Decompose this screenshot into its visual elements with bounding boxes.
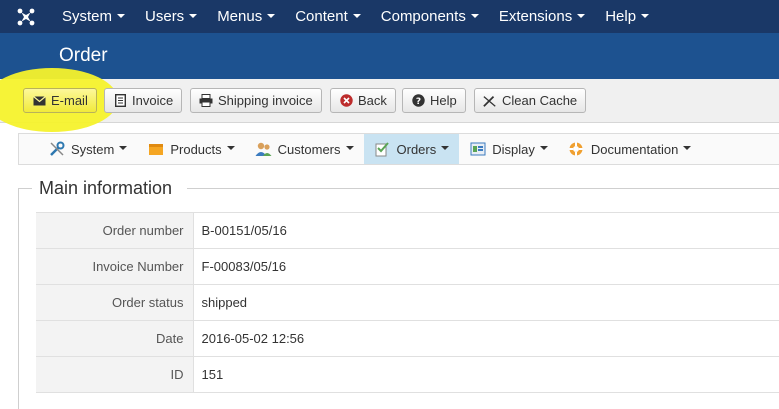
date-label: Date — [36, 320, 194, 357]
submenu-customers-label: Customers — [277, 141, 341, 157]
caret-down-icon — [577, 14, 586, 19]
table-row: Order status shipped — [36, 284, 779, 321]
menu-content[interactable]: Content — [285, 0, 371, 33]
help-button-label: Help — [430, 93, 457, 108]
menu-help[interactable]: Help — [595, 0, 659, 33]
caret-down-icon — [683, 146, 692, 150]
caret-down-icon — [441, 146, 450, 150]
fieldset-border — [18, 188, 32, 189]
component-submenu: System Products Customers Orders Display — [18, 133, 779, 165]
joomla-logo-icon[interactable] — [0, 0, 52, 33]
id-label: ID — [36, 356, 194, 393]
submenu-documentation-label: Documentation — [590, 141, 679, 157]
submenu-products-label: Products — [170, 141, 222, 157]
help-lifebuoy-icon — [568, 141, 585, 158]
order-number-label: Order number — [36, 212, 194, 249]
id-value: 151 — [193, 356, 779, 393]
caret-down-icon — [352, 14, 361, 19]
caret-down-icon — [267, 14, 276, 19]
shipping-invoice-button-label: Shipping invoice — [218, 93, 313, 108]
cancel-circle-icon — [339, 94, 353, 108]
submenu-products[interactable]: Products — [137, 134, 244, 164]
clean-cache-button-label: Clean Cache — [502, 93, 578, 108]
menu-extensions[interactable]: Extensions — [489, 0, 595, 33]
users-icon — [255, 141, 272, 158]
date-value: 2016-05-02 12:56 — [193, 320, 779, 357]
caret-down-icon — [117, 14, 126, 19]
back-button-label: Back — [358, 93, 387, 108]
main-information-legend: Main information — [39, 178, 173, 198]
invoice-number-label: Invoice Number — [36, 248, 194, 285]
email-button[interactable]: E-mail — [23, 88, 97, 113]
wrench-icon — [48, 141, 65, 158]
question-circle-icon: ? — [411, 94, 425, 108]
submenu-orders-label: Orders — [396, 141, 437, 157]
submenu-display[interactable]: Display — [459, 134, 558, 164]
back-button[interactable]: Back — [330, 88, 396, 113]
caret-down-icon — [119, 146, 128, 150]
broom-icon — [483, 94, 497, 108]
caret-down-icon — [539, 146, 548, 150]
caret-down-icon — [470, 14, 479, 19]
svg-text:?: ? — [415, 97, 420, 107]
email-button-label: E-mail — [51, 93, 88, 108]
menu-components[interactable]: Components — [371, 0, 489, 33]
menu-system[interactable]: System — [52, 0, 135, 33]
printer-icon — [199, 94, 213, 108]
page-header: Order — [0, 33, 779, 79]
page-title: Order — [59, 45, 108, 66]
admin-menu-bar: System Users Menus Content Components Ex… — [0, 0, 779, 33]
clean-cache-button[interactable]: Clean Cache — [474, 88, 587, 113]
submenu-system[interactable]: System — [19, 134, 137, 164]
invoice-icon — [113, 94, 127, 108]
fieldset-border — [187, 188, 779, 189]
envelope-icon — [32, 94, 46, 108]
caret-down-icon — [189, 14, 198, 19]
submenu-customers[interactable]: Customers — [245, 134, 364, 164]
order-number-value: B-00151/05/16 — [193, 212, 779, 249]
submenu-documentation[interactable]: Documentation — [558, 134, 701, 164]
orders-icon — [374, 141, 391, 158]
box-icon — [147, 141, 164, 158]
main-information-table: Order number B-00151/05/16 Invoice Numbe… — [36, 212, 779, 393]
table-row: Date 2016-05-02 12:56 — [36, 320, 779, 357]
caret-down-icon — [226, 146, 235, 150]
caret-down-icon — [641, 14, 650, 19]
submenu-orders[interactable]: Orders — [363, 134, 460, 164]
menu-menus[interactable]: Menus — [207, 0, 285, 33]
submenu-display-label: Display — [492, 141, 535, 157]
order-status-value: shipped — [193, 284, 779, 321]
invoice-button-label: Invoice — [132, 93, 174, 108]
caret-down-icon — [345, 146, 354, 150]
table-row: Order number B-00151/05/16 — [36, 212, 779, 249]
invoice-button[interactable]: Invoice — [104, 88, 183, 113]
submenu-system-label: System — [71, 141, 115, 157]
table-row: ID 151 — [36, 356, 779, 393]
invoice-number-value: F-00083/05/16 — [193, 248, 779, 285]
display-icon — [469, 141, 486, 158]
menu-users[interactable]: Users — [135, 0, 207, 33]
fieldset-border — [18, 188, 19, 409]
shipping-invoice-button[interactable]: Shipping invoice — [190, 88, 322, 113]
help-button[interactable]: ? Help — [402, 88, 466, 113]
table-row: Invoice Number F-00083/05/16 — [36, 248, 779, 285]
joomla-order-page: { "top_menu": { "items": [ {"label": "Sy… — [0, 0, 779, 409]
order-status-label: Order status — [36, 284, 194, 321]
